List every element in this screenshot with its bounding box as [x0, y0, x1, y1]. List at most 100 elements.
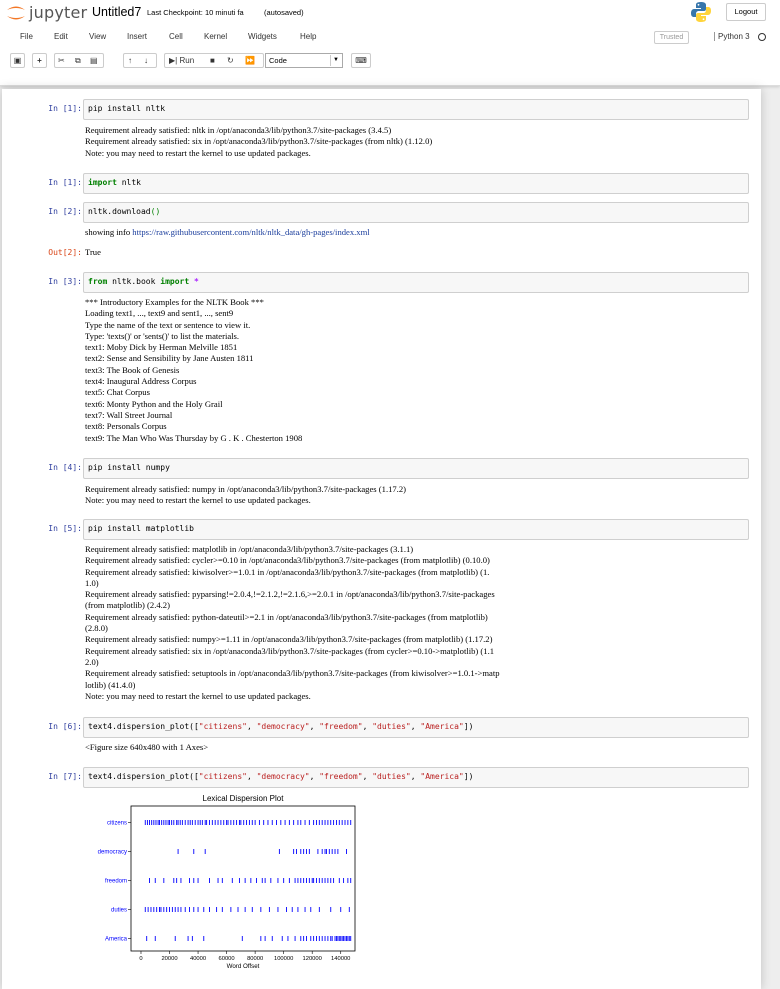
save-button[interactable]: ▣: [10, 53, 25, 68]
cell-type-value: Code: [269, 56, 287, 65]
input-prompt: In [4]:: [48, 463, 82, 472]
code-text: nltk.book: [107, 277, 161, 286]
run-button[interactable]: ▶| Run: [169, 54, 194, 67]
y-tick-label: duties: [111, 908, 127, 914]
x-tick-label: 60000: [219, 956, 235, 962]
autosave-status: (autosaved): [264, 8, 304, 17]
jupyter-logo-text: jupyter: [29, 3, 88, 22]
clipboard-group: ✂ ⧉ ▤: [54, 53, 104, 68]
stop-icon[interactable]: ■: [210, 54, 215, 67]
code-string: "America": [420, 722, 464, 731]
code-string: "democracy": [256, 722, 310, 731]
input-prompt: In [7]:: [48, 772, 82, 781]
code-cell-input[interactable]: text4.dispersion_plot(["citizens", "demo…: [83, 767, 749, 788]
code-paren: (): [150, 207, 161, 216]
code-keyword: import: [88, 178, 117, 187]
keyboard-icon: ⌨: [355, 56, 367, 65]
code-cell-input[interactable]: nltk.download(): [83, 202, 749, 223]
code-operator: *: [189, 277, 199, 286]
notebook-header: jupyter Untitled7 Last Checkpoint: 10 mi…: [0, 0, 780, 86]
output-url[interactable]: https://raw.githubusercontent.com/nltk/n…: [132, 227, 369, 237]
code-text: ]): [463, 722, 474, 731]
code-cell-input[interactable]: import nltk: [83, 173, 749, 194]
chart-title: Lexical Dispersion Plot: [203, 794, 285, 803]
output-text: showing info: [85, 227, 133, 237]
y-tick-label: freedom: [105, 879, 127, 885]
input-prompt: In [6]:: [48, 722, 82, 731]
kernel-idle-indicator: [758, 33, 766, 41]
x-tick-label: 140000: [331, 956, 350, 962]
menu-widgets[interactable]: Widgets: [248, 32, 277, 41]
menu-edit[interactable]: Edit: [54, 32, 68, 41]
cell-output: Requirement already satisfied: numpy in …: [85, 484, 406, 506]
code-cell-input[interactable]: pip install numpy: [83, 458, 749, 479]
x-tick-label: 120000: [303, 956, 322, 962]
cell-result: True: [85, 247, 101, 257]
copy-icon[interactable]: ⧉: [75, 54, 81, 67]
menu-kernel[interactable]: Kernel: [204, 32, 227, 41]
input-prompt: In [2]:: [48, 207, 82, 216]
code-string: "duties": [372, 722, 411, 731]
code-cell-input[interactable]: text4.dispersion_plot(["citizens", "demo…: [83, 717, 749, 738]
code-cell-input[interactable]: pip install matplotlib: [83, 519, 749, 540]
run-icon: ▶|: [169, 56, 178, 65]
trusted-indicator[interactable]: Trusted: [654, 31, 689, 44]
dispersion-plot: Lexical Dispersion Plot citizens democracy…: [98, 794, 356, 970]
input-prompt: In [3]:: [48, 277, 82, 286]
menu-help[interactable]: Help: [300, 32, 316, 41]
x-tick-label: 100000: [274, 956, 293, 962]
code-text: text4.dispersion_plot([: [88, 722, 199, 731]
code-text: ]): [463, 772, 474, 781]
checkpoint-status: Last Checkpoint: 10 minuti fa: [147, 8, 244, 17]
notebook-name[interactable]: Untitled7: [92, 5, 141, 19]
insert-cell-button[interactable]: +: [32, 53, 47, 68]
x-tick-label: 80000: [247, 956, 263, 962]
arrow-up-icon[interactable]: ↑: [128, 54, 132, 67]
code-string: "freedom": [319, 772, 363, 781]
menu-cell[interactable]: Cell: [169, 32, 183, 41]
code-string: "duties": [372, 772, 411, 781]
menu-view[interactable]: View: [89, 32, 106, 41]
code-string: "citizens": [198, 722, 247, 731]
cell-output: <Figure size 640x480 with 1 Axes>: [85, 742, 209, 752]
code-text: text4.dispersion_plot([: [88, 772, 199, 781]
cell-type-select[interactable]: Code ▼: [265, 53, 343, 68]
cell-output: Requirement already satisfied: nltk in /…: [85, 125, 433, 158]
restart-run-all-icon[interactable]: ⏩: [245, 54, 255, 67]
code-string: "America": [420, 772, 464, 781]
input-prompt: In [1]:: [48, 178, 82, 187]
jupyter-logo-icon: [7, 6, 25, 19]
output-prompt: Out[2]:: [48, 248, 82, 257]
input-prompt: In [1]:: [48, 104, 82, 113]
cut-icon[interactable]: ✂: [58, 54, 65, 67]
move-group: ↑ ↓: [123, 53, 157, 68]
restart-icon[interactable]: ↻: [227, 54, 234, 67]
menu-file[interactable]: File: [20, 32, 33, 41]
chevron-down-icon: ▼: [330, 55, 341, 66]
code-keyword: from: [88, 277, 108, 286]
run-label: Run: [179, 56, 195, 65]
plus-icon: +: [37, 56, 42, 65]
code-string: "freedom": [319, 722, 363, 731]
y-tick-label: America: [105, 937, 128, 943]
code-cell-input[interactable]: pip install nltk: [83, 99, 749, 120]
arrow-down-icon[interactable]: ↓: [144, 54, 148, 67]
x-tick-label: 20000: [161, 956, 177, 962]
command-palette-button[interactable]: ⌨: [351, 53, 371, 68]
y-tick-label: democracy: [98, 850, 127, 856]
code-text: nltk.download: [88, 207, 151, 216]
menu-insert[interactable]: Insert: [127, 32, 147, 41]
run-group: ▶| Run ■ ↻ ⏩: [164, 53, 264, 68]
python-logo-icon: [691, 2, 711, 22]
kernel-name: Python 3: [714, 32, 750, 41]
paste-icon[interactable]: ▤: [90, 54, 98, 67]
code-string: "citizens": [198, 772, 247, 781]
logout-button[interactable]: Logout: [726, 3, 766, 21]
x-axis-label: Word Offset: [227, 963, 260, 970]
x-tick-label: 0: [139, 956, 142, 962]
cell-output: *** Introductory Examples for the NLTK B…: [85, 297, 303, 443]
code-cell-input[interactable]: from nltk.book import *: [83, 272, 749, 293]
save-icon: ▣: [13, 56, 22, 65]
notebook-container: In [1]: pip install nltk Requirement alr…: [2, 89, 761, 989]
jupyter-logo[interactable]: jupyter: [4, 3, 87, 22]
